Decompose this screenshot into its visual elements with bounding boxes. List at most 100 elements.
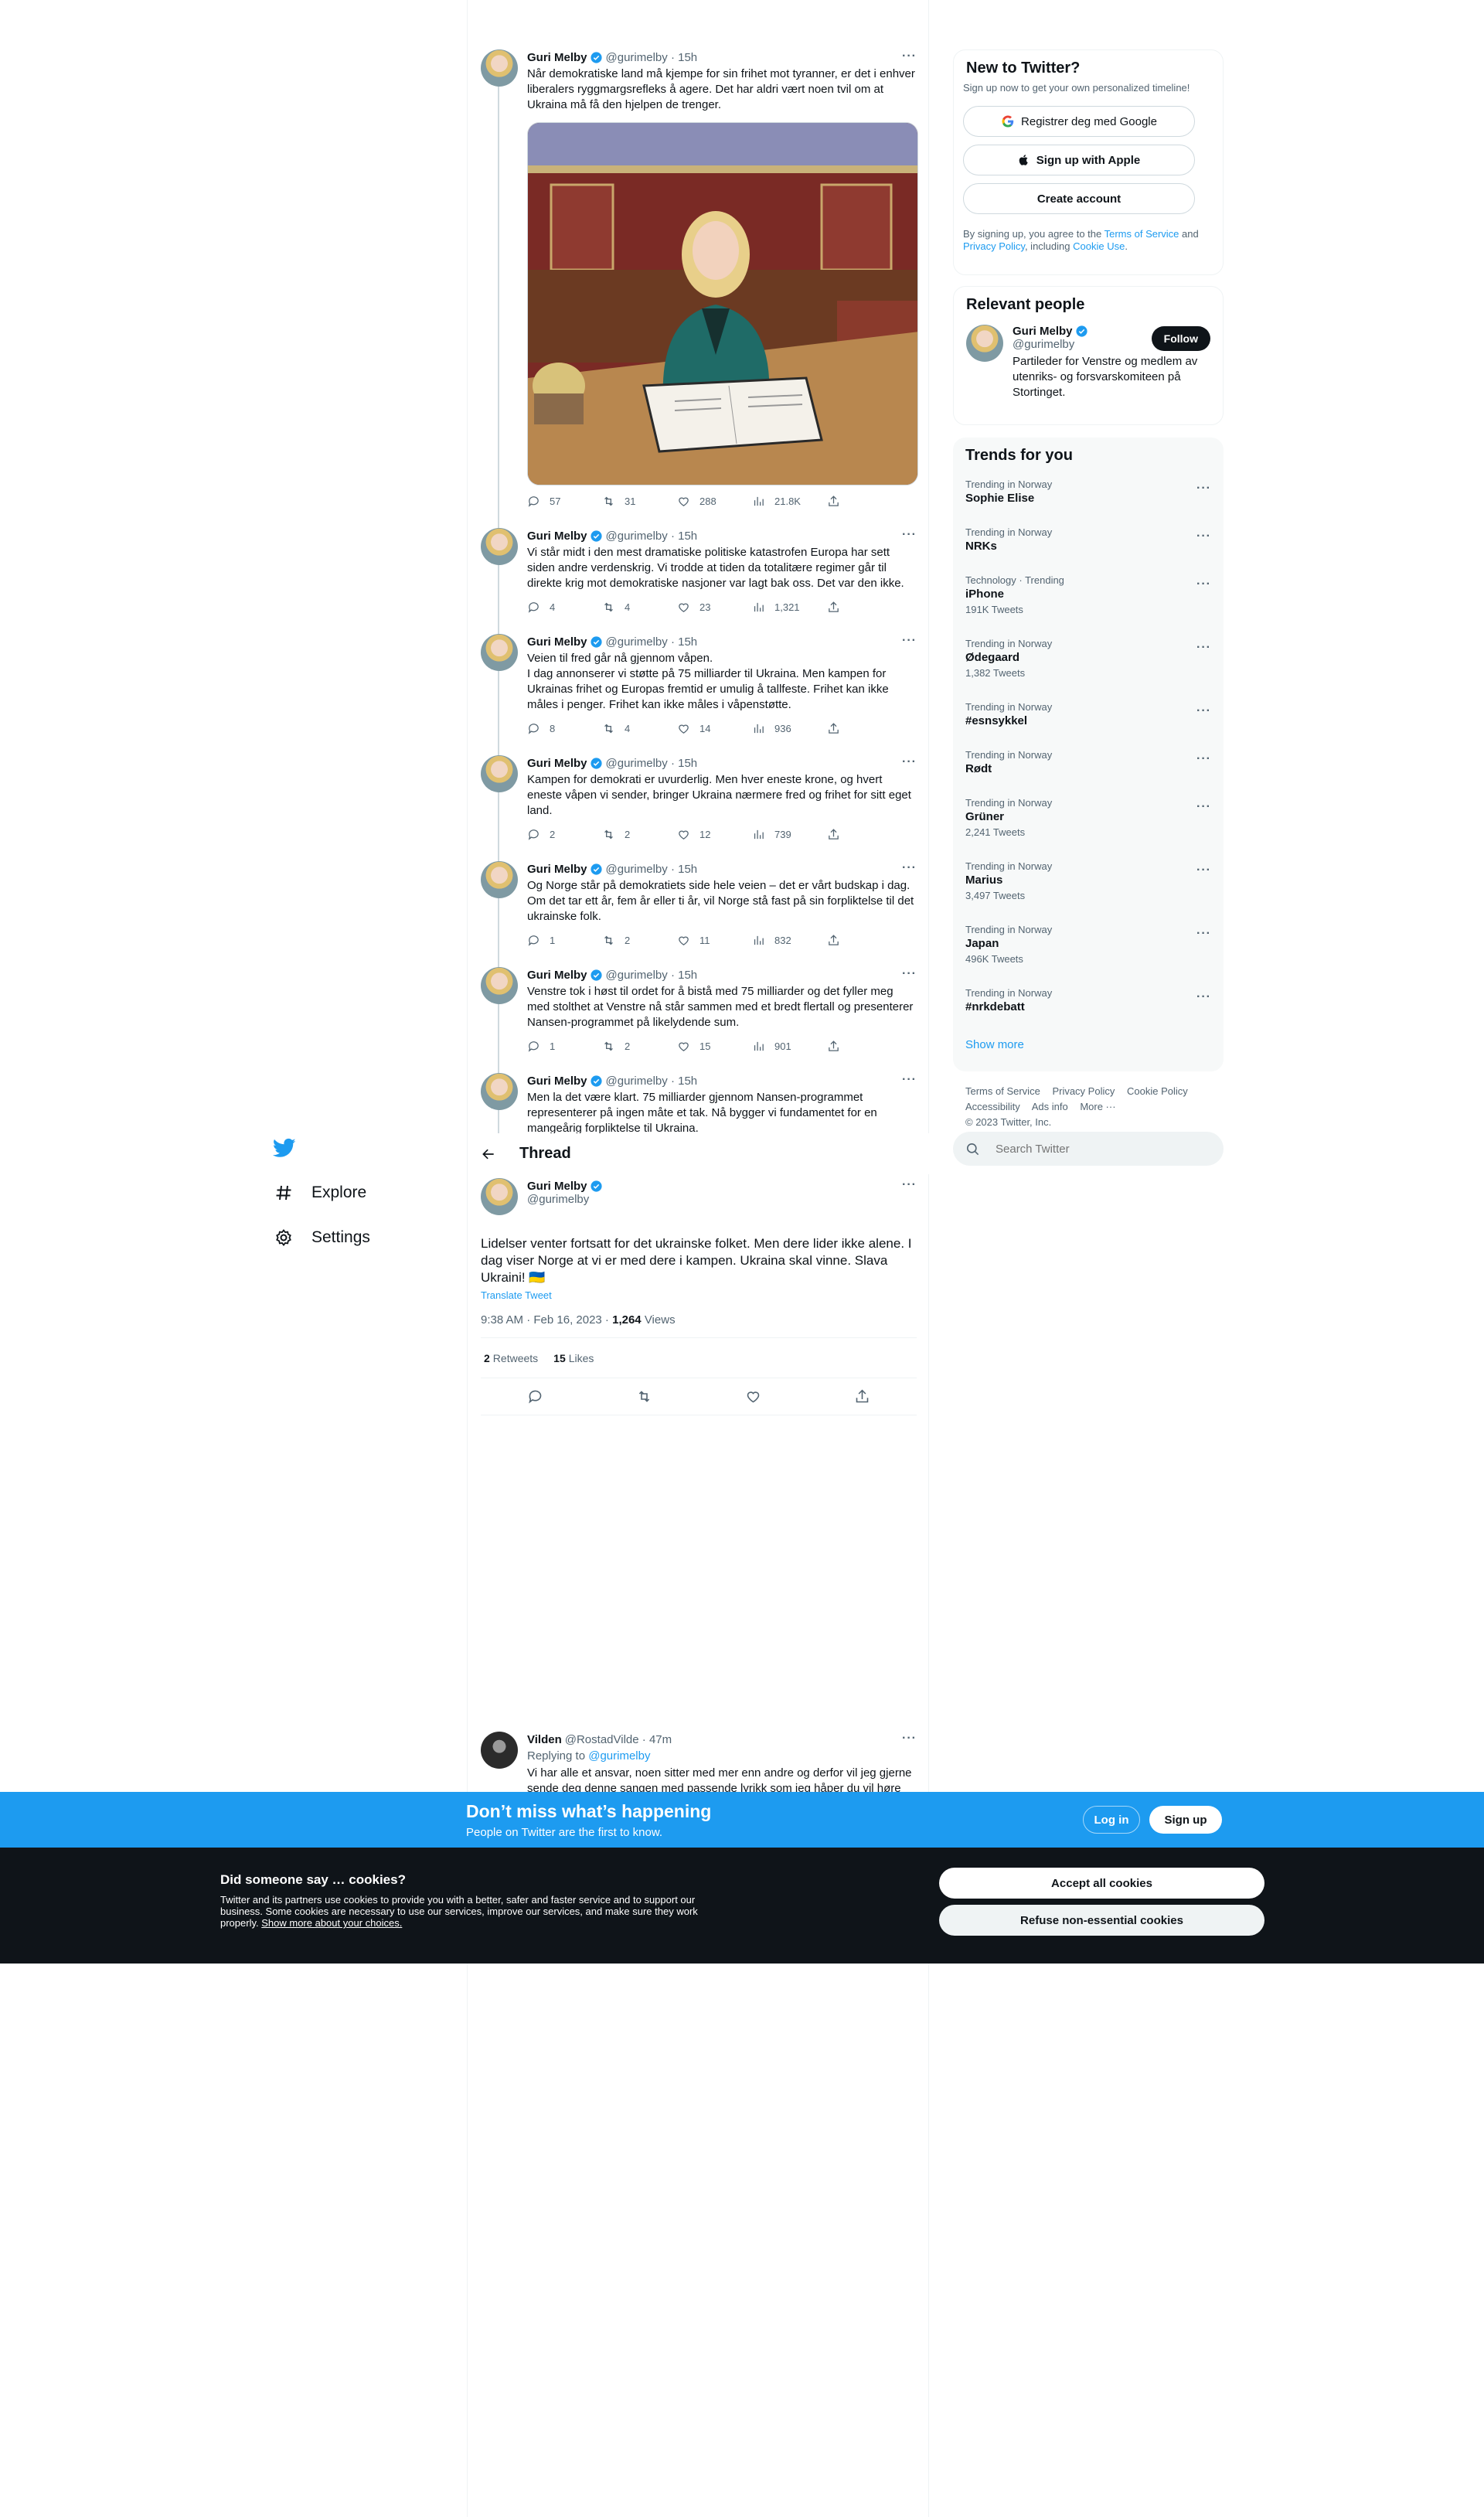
more-icon[interactable]: ··· bbox=[1196, 863, 1211, 877]
share-button[interactable] bbox=[827, 722, 902, 735]
replying-to-link[interactable]: @gurimelby bbox=[588, 1749, 650, 1763]
retweet-button[interactable]: 2 bbox=[602, 828, 677, 841]
share-button[interactable] bbox=[827, 934, 902, 947]
trend-item[interactable]: Trending in Norway NRKs ··· bbox=[953, 519, 1224, 567]
thread-tweet[interactable]: ··· Guri Melby @gurimelby · 15h Når demo… bbox=[468, 49, 929, 509]
follow-button[interactable]: Follow bbox=[1151, 326, 1210, 351]
relevant-person[interactable]: Guri Melby @gurimelby Follow Partileder … bbox=[954, 314, 1223, 400]
avatar[interactable] bbox=[966, 325, 1003, 362]
reply-icon[interactable] bbox=[527, 1388, 543, 1405]
person-handle[interactable]: @gurimelby bbox=[1013, 338, 1091, 351]
cookie-use-link[interactable]: Cookie Use bbox=[1073, 240, 1125, 252]
reply-tweet[interactable]: ··· Vilden @RostadVilde · 47m Replying t… bbox=[468, 1732, 929, 1792]
person-name[interactable]: Guri Melby bbox=[1013, 325, 1073, 338]
trend-item[interactable]: Trending in Norway Sophie Elise ··· bbox=[953, 471, 1224, 519]
footer-terms-link[interactable]: Terms of Service bbox=[965, 1085, 1040, 1097]
thread-tweet[interactable]: ··· Guri Melby @gurimelby · 15h Kampen f… bbox=[468, 755, 929, 842]
like-button[interactable]: 15 bbox=[677, 1040, 752, 1053]
footer-accessibility-link[interactable]: Accessibility bbox=[965, 1101, 1020, 1112]
reply-button[interactable]: 2 bbox=[527, 828, 602, 841]
trend-item[interactable]: Trending in Norway Rødt ··· bbox=[953, 741, 1224, 789]
show-more-trends-link[interactable]: Show more bbox=[953, 1027, 1224, 1062]
author-name[interactable]: Vilden bbox=[527, 1733, 562, 1746]
views-button[interactable]: 739 bbox=[752, 828, 827, 841]
avatar[interactable] bbox=[481, 1178, 518, 1215]
author-handle[interactable]: @gurimelby bbox=[606, 757, 668, 770]
more-icon[interactable]: ··· bbox=[1196, 800, 1211, 814]
author-name[interactable]: Guri Melby bbox=[527, 1180, 587, 1193]
footer-more-link[interactable]: More ··· bbox=[1080, 1101, 1115, 1112]
heart-icon[interactable] bbox=[745, 1388, 761, 1405]
like-button[interactable]: 11 bbox=[677, 934, 752, 947]
more-icon[interactable]: ··· bbox=[902, 634, 917, 648]
views-button[interactable]: 21.8K bbox=[752, 495, 827, 508]
more-icon[interactable]: ··· bbox=[902, 1073, 917, 1087]
retweet-button[interactable]: 4 bbox=[602, 722, 677, 735]
avatar[interactable] bbox=[481, 1073, 518, 1110]
nav-explore[interactable]: Explore bbox=[267, 1170, 460, 1215]
reply-button[interactable]: 1 bbox=[527, 1040, 602, 1053]
author-handle[interactable]: @gurimelby bbox=[606, 530, 668, 543]
footer-privacy-link[interactable]: Privacy Policy bbox=[1052, 1085, 1115, 1097]
views-button[interactable]: 901 bbox=[752, 1040, 827, 1053]
terms-link[interactable]: Terms of Service bbox=[1104, 228, 1179, 240]
author-name[interactable]: Guri Melby bbox=[527, 1075, 587, 1088]
author-handle[interactable]: @gurimelby bbox=[606, 635, 668, 649]
accept-cookies-button[interactable]: Accept all cookies bbox=[939, 1868, 1264, 1899]
tweet-time[interactable]: 15h bbox=[678, 1075, 697, 1088]
more-icon[interactable]: ··· bbox=[1196, 752, 1211, 766]
thread-tweet[interactable]: ··· Guri Melby @gurimelby · 15h Og Norge… bbox=[468, 861, 929, 948]
more-icon[interactable]: ··· bbox=[1196, 927, 1211, 941]
reply-button[interactable]: 8 bbox=[527, 722, 602, 735]
views-button[interactable]: 1,321 bbox=[752, 601, 827, 614]
author-handle[interactable]: @gurimelby bbox=[606, 969, 668, 982]
tweet-time[interactable]: 15h bbox=[678, 51, 697, 64]
twitter-logo-icon[interactable] bbox=[273, 1136, 296, 1160]
author-name[interactable]: Guri Melby bbox=[527, 757, 587, 770]
apple-signup-button[interactable]: Sign up with Apple bbox=[963, 145, 1195, 175]
share-button[interactable] bbox=[827, 828, 902, 841]
translate-tweet-link[interactable]: Translate Tweet bbox=[481, 1289, 917, 1301]
trend-item[interactable]: Trending in Norway #nrkdebatt ··· bbox=[953, 979, 1224, 1027]
search-bar[interactable] bbox=[953, 1132, 1224, 1166]
like-button[interactable]: 288 bbox=[677, 495, 752, 508]
author-name[interactable]: Guri Melby bbox=[527, 51, 587, 64]
more-icon[interactable]: ··· bbox=[1196, 530, 1211, 543]
thread-tweet[interactable]: ··· Guri Melby @gurimelby · 15h Venstre … bbox=[468, 967, 929, 1054]
avatar[interactable] bbox=[481, 967, 518, 1004]
thread-tweet[interactable]: ··· Guri Melby @gurimelby · 15h Vi står … bbox=[468, 528, 929, 615]
tweet-time[interactable]: 15h bbox=[678, 757, 697, 770]
trend-item[interactable]: Trending in Norway Marius 3,497 Tweets ··· bbox=[953, 853, 1224, 916]
avatar[interactable] bbox=[481, 1732, 518, 1769]
tweet-time[interactable]: 15h bbox=[678, 863, 697, 876]
retweet-button[interactable]: 31 bbox=[602, 495, 677, 508]
trend-item[interactable]: Technology · Trending iPhone 191K Tweets ··… bbox=[953, 567, 1224, 630]
more-icon[interactable]: ··· bbox=[902, 1178, 917, 1192]
more-icon[interactable]: ··· bbox=[1196, 577, 1211, 591]
cookie-choices-link[interactable]: Show more about your choices. bbox=[261, 1917, 402, 1929]
avatar[interactable] bbox=[481, 861, 518, 898]
create-account-button[interactable]: Create account bbox=[963, 183, 1195, 214]
likes-stat[interactable]: 15 Likes bbox=[553, 1352, 594, 1364]
privacy-link[interactable]: Privacy Policy bbox=[963, 240, 1025, 252]
footer-cookie-link[interactable]: Cookie Policy bbox=[1127, 1085, 1188, 1097]
like-button[interactable]: 23 bbox=[677, 601, 752, 614]
author-name[interactable]: Guri Melby bbox=[527, 635, 587, 649]
tweet-time[interactable]: 47m bbox=[649, 1733, 672, 1746]
reply-button[interactable]: 57 bbox=[527, 495, 602, 508]
trend-item[interactable]: Trending in Norway Grüner 2,241 Tweets ··· bbox=[953, 789, 1224, 853]
search-input[interactable] bbox=[996, 1142, 1196, 1156]
author-name[interactable]: Guri Melby bbox=[527, 530, 587, 543]
author-handle[interactable]: @RostadVilde bbox=[565, 1733, 639, 1746]
avatar[interactable] bbox=[481, 634, 518, 671]
like-button[interactable]: 12 bbox=[677, 828, 752, 841]
trend-item[interactable]: Trending in Norway #esnsykkel ··· bbox=[953, 693, 1224, 741]
more-icon[interactable]: ··· bbox=[902, 49, 917, 63]
author-handle[interactable]: @gurimelby bbox=[527, 1193, 606, 1206]
reply-button[interactable]: 1 bbox=[527, 934, 602, 947]
reply-button[interactable]: 4 bbox=[527, 601, 602, 614]
more-icon[interactable]: ··· bbox=[902, 1732, 917, 1746]
more-icon[interactable]: ··· bbox=[1196, 641, 1211, 655]
author-handle[interactable]: @gurimelby bbox=[606, 1075, 668, 1088]
views-button[interactable]: 936 bbox=[752, 722, 827, 735]
